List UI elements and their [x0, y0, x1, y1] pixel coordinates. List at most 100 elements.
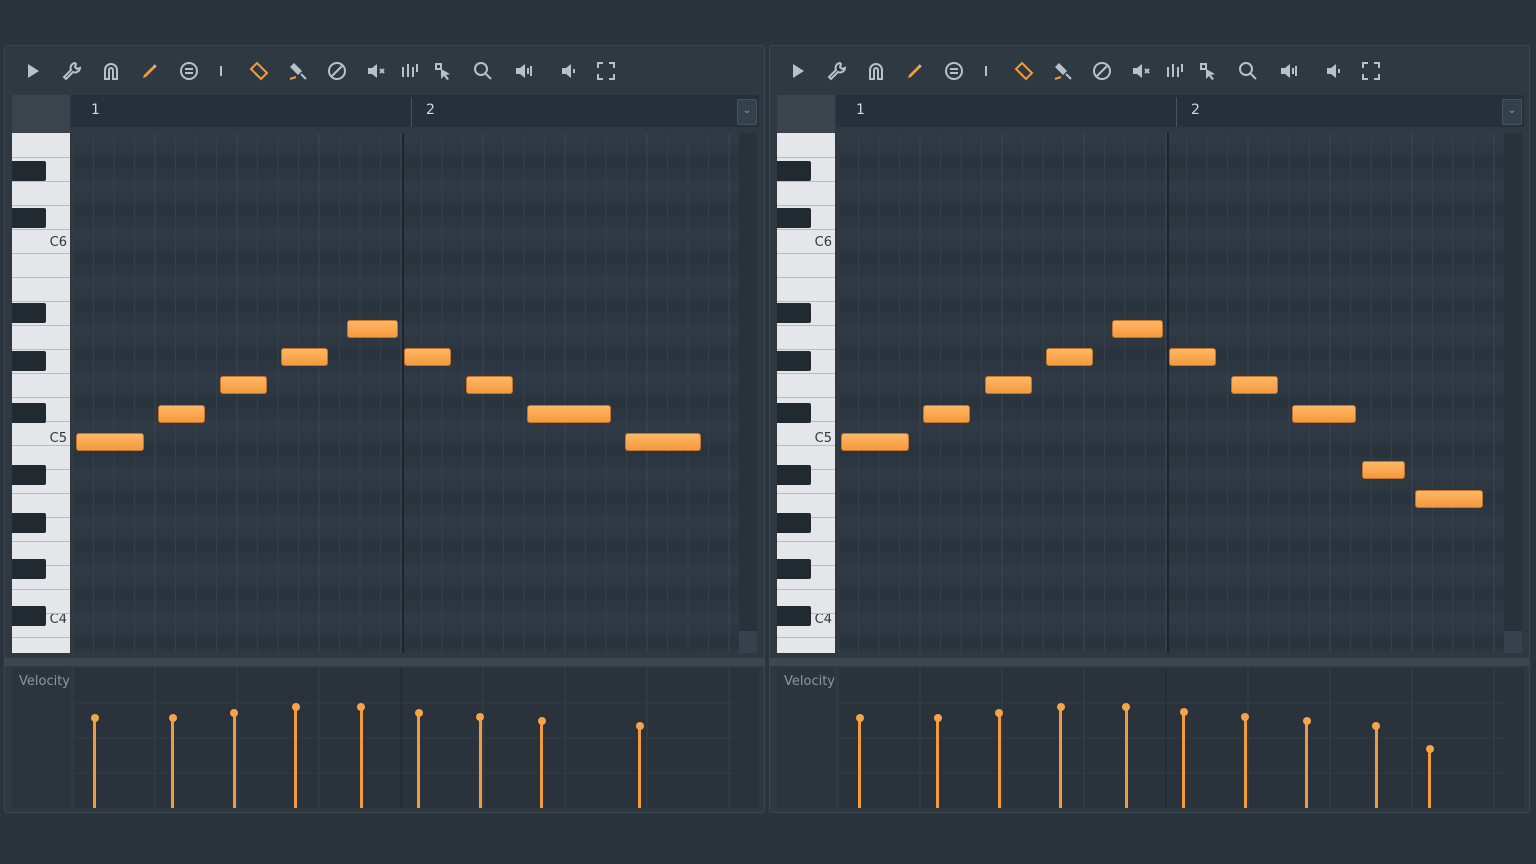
velocity-handle[interactable]: [414, 709, 423, 718]
velocity-handle[interactable]: [168, 714, 177, 723]
black-key[interactable]: [777, 208, 811, 228]
velocity-handle[interactable]: [1056, 702, 1065, 711]
note-f5[interactable]: [1169, 348, 1217, 367]
play-icon[interactable]: [786, 59, 810, 83]
velocity-handle[interactable]: [933, 714, 942, 723]
panel-divider[interactable]: [5, 658, 764, 666]
black-key[interactable]: [12, 208, 46, 228]
wrench-icon[interactable]: [825, 59, 849, 83]
note-b4[interactable]: [1361, 461, 1405, 480]
magnet-icon[interactable]: [99, 59, 123, 83]
black-key[interactable]: [777, 161, 811, 181]
black-key[interactable]: [777, 559, 811, 579]
menu-circle-icon[interactable]: [942, 59, 966, 83]
black-key[interactable]: [777, 303, 811, 323]
note-grid[interactable]: [73, 133, 753, 653]
stamp-icon[interactable]: [1051, 59, 1075, 83]
velocity-stem[interactable]: [294, 706, 297, 808]
velocity-handle[interactable]: [1302, 716, 1311, 725]
fullscreen-icon[interactable]: [594, 59, 618, 83]
velocity-stem[interactable]: [478, 717, 482, 808]
timeline-ruler[interactable]: 1 2 ⌄: [71, 95, 759, 127]
piano-keyboard[interactable]: C6 C5 C4: [12, 133, 70, 653]
velocity-stem[interactable]: [1243, 717, 1247, 808]
pencil-icon[interactable]: [903, 59, 927, 83]
tag-icon[interactable]: [247, 59, 271, 83]
magnet-icon[interactable]: [864, 59, 888, 83]
note-d5[interactable]: [1292, 404, 1356, 423]
velocity-stem[interactable]: [936, 718, 939, 808]
note-a4[interactable]: [1415, 489, 1483, 508]
note-c5[interactable]: [841, 433, 909, 451]
scrollbar-thumb[interactable]: [1504, 631, 1522, 653]
velocity-stem[interactable]: [232, 713, 236, 808]
black-key[interactable]: [777, 606, 811, 626]
note-d5[interactable]: [158, 404, 206, 423]
pencil-icon[interactable]: [138, 59, 162, 83]
slice-icon[interactable]: [398, 59, 422, 83]
black-key[interactable]: [12, 303, 46, 323]
ban-icon[interactable]: [325, 59, 349, 83]
menu-circle-icon[interactable]: [177, 59, 201, 83]
velocity-stem[interactable]: [638, 726, 642, 808]
black-key[interactable]: [12, 606, 46, 626]
note-e5[interactable]: [1230, 376, 1278, 395]
velocity-stem[interactable]: [1182, 712, 1185, 808]
velocity-handle[interactable]: [855, 714, 864, 723]
panel-divider[interactable]: [770, 658, 1529, 666]
velocity-stem[interactable]: [1124, 706, 1128, 808]
velocity-stem[interactable]: [93, 718, 97, 808]
velocity-handle[interactable]: [357, 702, 366, 711]
wrench-icon[interactable]: [60, 59, 84, 83]
zoom-icon[interactable]: [1236, 59, 1260, 83]
timeline-ruler[interactable]: 1 2 ⌄: [836, 95, 1524, 127]
speaker-icon[interactable]: [1321, 59, 1345, 83]
play-icon[interactable]: [21, 59, 45, 83]
volume-icon[interactable]: [1277, 59, 1301, 83]
velocity-stem[interactable]: [417, 713, 420, 808]
black-key[interactable]: [12, 351, 46, 371]
velocity-handle[interactable]: [1179, 708, 1188, 716]
ban-icon[interactable]: [1090, 59, 1114, 83]
black-key[interactable]: [12, 403, 46, 423]
vertical-scrollbar[interactable]: [1504, 133, 1522, 653]
velocity-lane[interactable]: [73, 668, 759, 808]
velocity-stem[interactable]: [359, 706, 363, 808]
black-key[interactable]: [777, 403, 811, 423]
velocity-stem[interactable]: [171, 718, 174, 808]
velocity-stem[interactable]: [997, 713, 1001, 808]
fullscreen-icon[interactable]: [1359, 59, 1383, 83]
mute-icon[interactable]: [1129, 59, 1153, 83]
velocity-handle[interactable]: [1122, 702, 1131, 711]
note-g5[interactable]: [1111, 319, 1163, 338]
note-g5[interactable]: [346, 319, 398, 338]
note-e5[interactable]: [984, 376, 1032, 395]
velocity-handle[interactable]: [537, 716, 546, 725]
note-f5[interactable]: [1046, 348, 1094, 367]
note-c5[interactable]: [625, 433, 702, 451]
black-key[interactable]: [777, 465, 811, 485]
chevron-down-icon[interactable]: ⌄: [737, 99, 757, 125]
note-d5[interactable]: [923, 404, 971, 423]
velocity-handle[interactable]: [90, 714, 99, 723]
piano-keyboard[interactable]: C6 C5 C4: [777, 133, 835, 653]
velocity-stem[interactable]: [1059, 706, 1062, 808]
black-key[interactable]: [777, 513, 811, 533]
note-grid[interactable]: [838, 133, 1518, 653]
mute-icon[interactable]: [364, 59, 388, 83]
speaker-icon[interactable]: [556, 59, 580, 83]
note-e5[interactable]: [219, 376, 267, 395]
select-icon[interactable]: [1196, 59, 1220, 83]
chevron-down-icon[interactable]: ⌄: [1502, 99, 1522, 125]
velocity-lane[interactable]: [838, 668, 1524, 808]
velocity-handle[interactable]: [635, 722, 644, 731]
velocity-handle[interactable]: [1425, 745, 1434, 754]
black-key[interactable]: [12, 513, 46, 533]
stamp-icon[interactable]: [286, 59, 310, 83]
scrollbar-thumb[interactable]: [739, 631, 757, 653]
black-key[interactable]: [12, 559, 46, 579]
slice-icon[interactable]: [1163, 59, 1187, 83]
note-f5[interactable]: [404, 348, 452, 367]
note-d5[interactable]: [527, 404, 612, 423]
black-key[interactable]: [12, 465, 46, 485]
